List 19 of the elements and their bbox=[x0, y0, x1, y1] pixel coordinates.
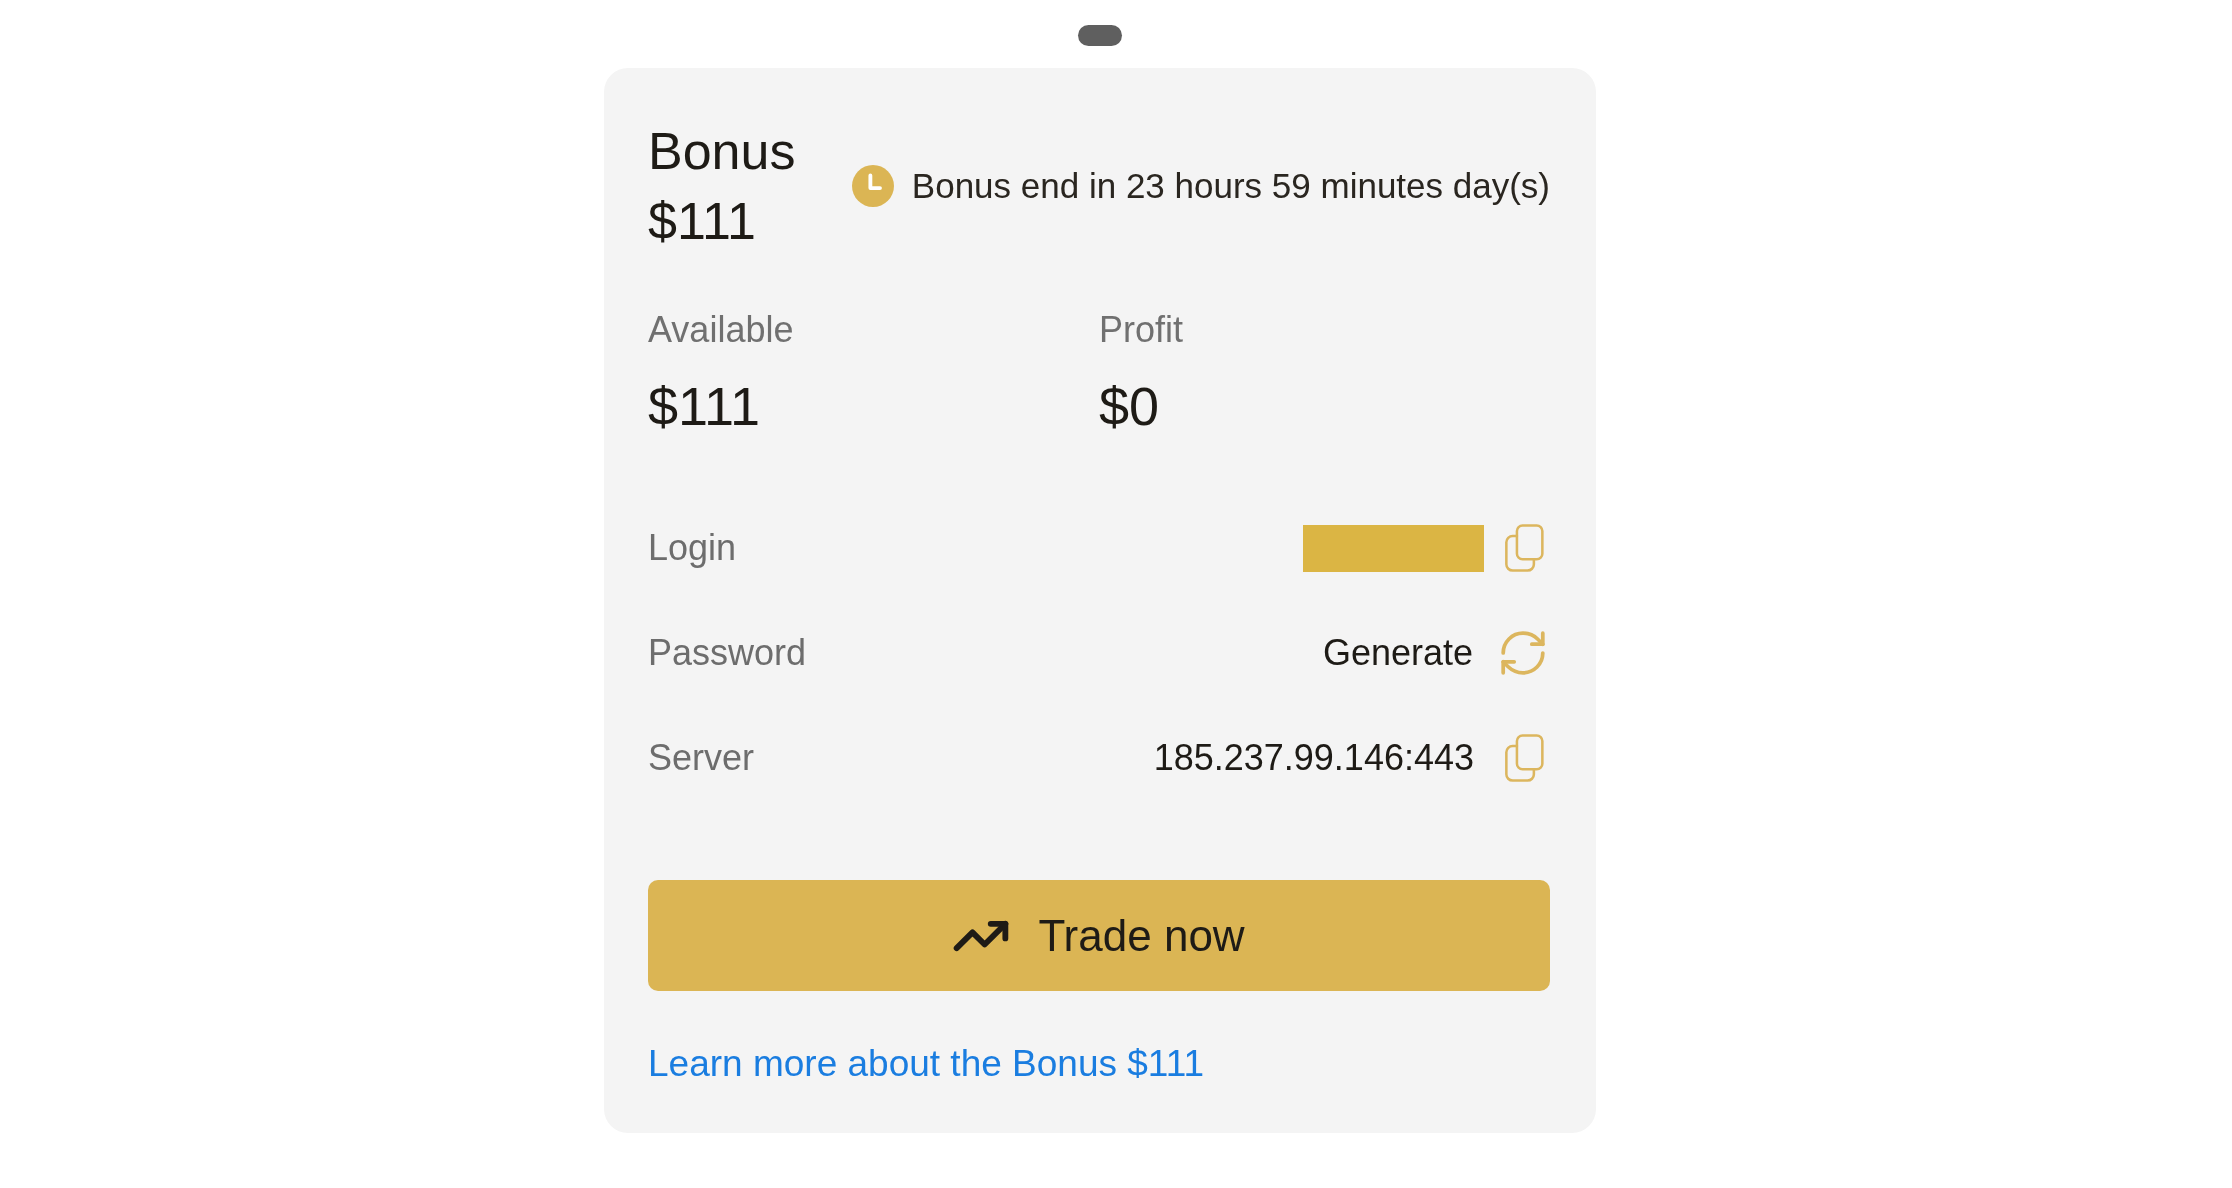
drag-handle[interactable] bbox=[1078, 25, 1122, 46]
generate-button[interactable]: Generate bbox=[1322, 631, 1550, 675]
credential-label: Server bbox=[648, 736, 755, 780]
clock-icon bbox=[851, 165, 894, 207]
bonus-title: Bonus $111 bbox=[648, 121, 797, 252]
stat-value: $0 bbox=[1099, 375, 1160, 438]
refresh-icon bbox=[1500, 631, 1546, 675]
stat-value: $111 bbox=[648, 375, 761, 438]
trade-now-button[interactable]: Trade now bbox=[648, 880, 1550, 991]
bonus-timer: Bonus end in 23 hours 59 minutes day(s) bbox=[911, 165, 1550, 207]
copy-icon[interactable] bbox=[1504, 734, 1544, 782]
stat-label: Available bbox=[648, 308, 794, 352]
learn-more-link[interactable]: Learn more about the Bonus $111 bbox=[648, 1042, 1205, 1086]
credential-label: Password bbox=[648, 631, 807, 675]
server-address: 185.237.99.146:443 bbox=[1153, 736, 1474, 780]
copy-icon[interactable] bbox=[1504, 524, 1544, 572]
credential-label: Login bbox=[648, 526, 737, 570]
stat-label: Profit bbox=[1099, 308, 1184, 352]
trending-up-icon bbox=[953, 919, 1010, 952]
